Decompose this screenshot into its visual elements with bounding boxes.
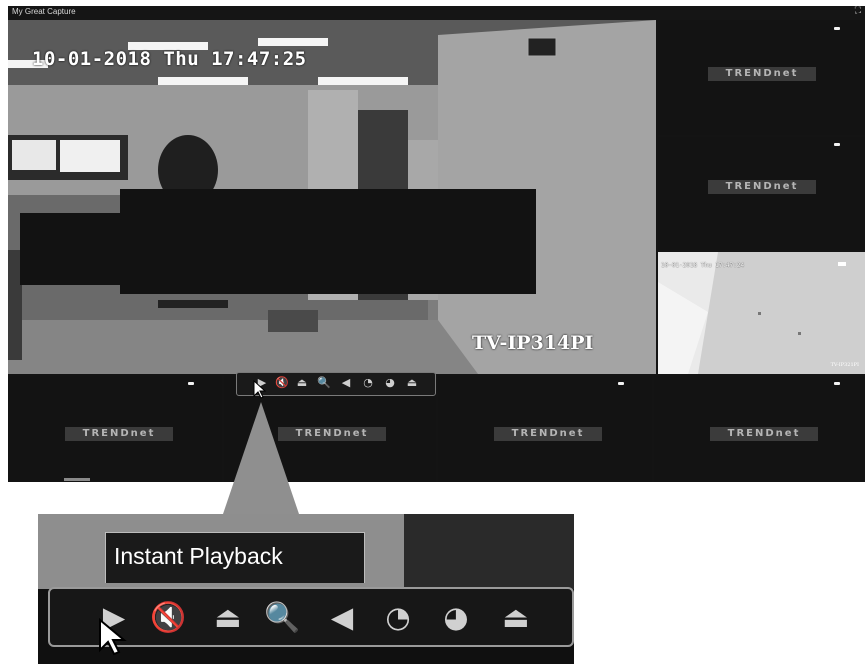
ptz-icon[interactable]: ◀ <box>339 376 353 390</box>
camera-tile[interactable]: TRENDnet <box>8 376 222 482</box>
fullscreen-icon[interactable]: ⛶ <box>855 6 861 16</box>
zoomed-detail-panel: Instant Playback ▶ 🔇 ⏏ 🔍 ◀ ◔ ◕ ⏏ <box>38 514 574 664</box>
capture-icon[interactable]: ◔ <box>361 376 375 390</box>
callout-pointer <box>223 402 299 514</box>
capture-icon[interactable]: ◔ <box>378 597 418 637</box>
zoom-background <box>404 514 574 589</box>
mouse-cursor-icon <box>253 380 267 399</box>
privacy-mask <box>120 189 536 294</box>
record-icon[interactable]: ◕ <box>383 376 397 390</box>
app-window: My Great Capture ⛶ 10-01-2018 Thu 17:47:… <box>8 6 865 482</box>
window-title: My Great Capture <box>12 7 76 16</box>
tile-indicator-icon <box>834 382 840 385</box>
record-icon[interactable]: ◕ <box>436 597 476 637</box>
scrollbar-stub <box>64 478 90 481</box>
mouse-cursor-icon <box>99 618 127 656</box>
mini-camera-scene <box>658 252 865 374</box>
ptz-icon[interactable]: ◀ <box>322 597 362 637</box>
digital-zoom-icon[interactable]: 🔍 <box>262 597 302 637</box>
camera-name-label: TV-IP314PI <box>472 332 594 354</box>
tile-indicator-icon <box>188 382 194 385</box>
trendnet-logo: TRENDnet <box>494 427 602 441</box>
camera-tile[interactable]: TRENDnet <box>654 376 865 482</box>
alarm-icon[interactable]: ⏏ <box>208 597 248 637</box>
exit-icon[interactable]: ⏏ <box>405 376 419 390</box>
trendnet-logo: TRENDnet <box>708 67 816 81</box>
alarm-icon[interactable]: ⏏ <box>295 376 309 390</box>
privacy-mask <box>20 213 122 285</box>
camera-tile[interactable]: TRENDnet <box>658 20 865 135</box>
exit-icon[interactable]: ⏏ <box>496 597 536 637</box>
camera-tile-mini[interactable]: 10-01-2018 Thu 17:47:24 TV-IP321PI <box>658 252 865 374</box>
tile-indicator-icon <box>834 143 840 146</box>
camera-name-label: TV-IP321PI <box>830 362 859 368</box>
digital-zoom-icon[interactable]: 🔍 <box>317 376 331 390</box>
main-camera-view[interactable]: 10-01-2018 Thu 17:47:25 TV-IP314PI <box>8 20 656 374</box>
camera-timestamp: 10-01-2018 Thu 17:47:24 <box>661 262 745 269</box>
audio-off-icon[interactable]: 🔇 <box>148 597 188 637</box>
tooltip: Instant Playback <box>105 532 365 583</box>
tile-indicator-icon <box>834 27 840 30</box>
trendnet-logo: TRENDnet <box>710 427 818 441</box>
trendnet-logo: TRENDnet <box>708 180 816 194</box>
tooltip-text: Instant Playback <box>114 543 283 569</box>
audio-off-icon[interactable]: 🔇 <box>275 376 289 390</box>
trendnet-logo: TRENDnet <box>65 427 173 441</box>
camera-tile[interactable]: TRENDnet <box>658 137 865 250</box>
camera-timestamp: 10-01-2018 Thu 17:47:25 <box>32 48 307 70</box>
camera-tile[interactable]: TRENDnet <box>438 376 652 482</box>
tile-indicator-icon <box>618 382 624 385</box>
title-bar: My Great Capture ⛶ <box>8 6 865 20</box>
